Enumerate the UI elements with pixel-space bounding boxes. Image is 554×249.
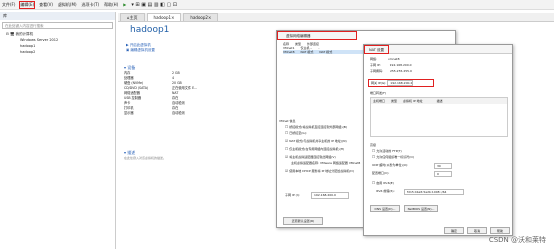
device-name: 显示器 (124, 111, 134, 115)
menu-vm[interactable]: 虚拟机(M) (58, 2, 77, 8)
tab-hadoop1[interactable]: hadoop1 × (146, 13, 182, 21)
netbios-settings-button[interactable]: NetBIOS 设置(N)... (404, 205, 438, 212)
port-forward-table[interactable]: 主机端口 类型 虚拟机 IP 地址 描述 (370, 97, 508, 137)
library-panel: 库 在此处键入内容进行搜索 ⊟ 🖥 我的计算机 Windows Server 2… (0, 12, 116, 249)
udp-timeout-label: UDP 超时(以秒为单位)(U): (372, 163, 409, 167)
edit-settings-link[interactable]: ▣ 编辑虚拟机设置 (126, 48, 206, 53)
devices-section: ▾ 设备 内存 2 GB 处理器 4 硬盘 (NVMe) 20 GB CD/DVD (SAT… (124, 65, 234, 116)
description-section: ▾ 描述 在此处键入对该虚拟机的描述。 (124, 150, 224, 161)
power-on-icon[interactable]: ▶ (123, 2, 126, 7)
ipv6-prefix-label: IPv6 前缀(6): (376, 189, 395, 193)
menu-tabs[interactable]: 选项卡(T) (82, 2, 100, 8)
tab-home[interactable]: ⌂ 主页 (120, 13, 145, 21)
bridge-radio[interactable]: 桥接模式(将虚拟机直接连接到外部网络)(B) (285, 125, 347, 130)
library-search-input[interactable]: 在此处键入内容进行搜索 (2, 22, 113, 29)
watermark: CSDN @沃和莱特 (488, 236, 546, 244)
host-only-radio[interactable]: 仅主机模式(在专用网络内连接虚拟机)(H) (285, 147, 344, 152)
nat-mask-row: 子网掩码: 255.255.255.0 (370, 69, 412, 73)
vnet-info-title: VMnet 信息 (279, 119, 296, 123)
allow-oui-checkbox[interactable]: 允许任何组织唯一标识符(O) (372, 155, 414, 160)
ok-button[interactable]: 确定 (444, 227, 464, 234)
adapter-name-text: 主机虚拟适配器名称: VMware 网络适配器 VMnet8 (291, 161, 361, 165)
menu-bar: 文件(F) 编辑(E) 查看(V) 虚拟机(M) 选项卡(T) 帮助(H) ▶ … (0, 0, 554, 10)
toolbar-icons[interactable]: ▾ ⊞ ▣ ▤ ▥ ◧ ▢ ⊡ (131, 2, 177, 8)
cancel-button[interactable]: 取消 (467, 227, 487, 234)
port-forward-title: 端口转发(F) (370, 91, 387, 95)
ipv6-prefix-input[interactable]: fd15:4ba5:5a2b:1008::/64 (404, 189, 464, 195)
enable-ipv6-checkbox[interactable]: 启用 IPv6(E) (372, 181, 394, 186)
advanced-title: 高级 (370, 143, 377, 147)
gateway-row: 网关 IP(G): 192.168.200.2 (368, 79, 434, 87)
tab-hadoop2[interactable]: hadoop2 × (183, 13, 219, 21)
library-tree: ⊟ 🖥 我的计算机 Windows Server 2012 hadoop1 ha… (0, 31, 115, 55)
dns-settings-button[interactable]: DNS 设置(D)... (370, 205, 400, 212)
gateway-input[interactable]: 192.168.200.2 (387, 80, 414, 86)
library-title: 库 (0, 12, 115, 20)
nat-radio[interactable]: NAT 模式(与虚拟机共享主机的 IP 地址)(N) (285, 139, 346, 144)
menu-file[interactable]: 文件(F) (2, 2, 15, 8)
nat-subnet-row: 子网 IP: 192.168.200.0 (370, 63, 412, 67)
help-button[interactable]: 帮助 (490, 227, 510, 234)
udp-timeout-input[interactable]: 30 (434, 163, 452, 169)
tree-item[interactable]: hadoop2 (0, 49, 115, 55)
vne-title: 虚拟网络编辑器 (277, 31, 357, 40)
config-port-input[interactable]: 0 (434, 171, 452, 177)
subnet-ip-label: 子网 IP (I): (285, 193, 300, 197)
connect-adapter-checkbox[interactable]: 将主机虚拟适配器连接到此网络(V) (285, 155, 335, 160)
device-row[interactable]: 显示器 自动检测 (124, 111, 234, 116)
device-value: 自动检测 (172, 111, 185, 115)
dhcp-checkbox[interactable]: 使用本地 DHCP 服务将 IP 地址分配给虚拟机(D) (285, 169, 354, 174)
bridge-to-label: 已桥接至(G): (285, 131, 307, 136)
port-forward-header: 主机端口 类型 虚拟机 IP 地址 描述 (371, 98, 507, 104)
menu-edit[interactable]: 编辑(E) (19, 0, 36, 9)
vm-title: hadoop1 (130, 25, 170, 35)
subnet-ip-input[interactable]: 192.168.200.0 (311, 192, 349, 199)
tab-bar: ⌂ 主页 hadoop1 × hadoop2 × (118, 13, 554, 22)
menu-view[interactable]: 查看(V) (39, 2, 53, 8)
allow-ftp-checkbox[interactable]: 允许活动的 FTP(T) (372, 149, 401, 154)
menu-help[interactable]: 帮助(H) (104, 2, 118, 8)
nat-title-bar: NAT 设置 (364, 45, 512, 54)
nat-settings-dialog: NAT 设置 网络: vmnet8 子网 IP: 192.168.200.0 子… (363, 44, 513, 236)
restore-defaults-button[interactable]: 还原默认设置(R) (283, 217, 323, 225)
nat-title: NAT 设置 (364, 45, 389, 54)
device-list: 内存 2 GB 处理器 4 硬盘 (NVMe) 20 GB CD/DVD (SATA) 正在使… (124, 71, 234, 116)
description-placeholder[interactable]: 在此处键入对该虚拟机的描述。 (124, 156, 224, 161)
config-port-label: 配置端口(C): (372, 171, 390, 175)
nat-network-row: 网络: vmnet8 (370, 57, 400, 61)
vm-actions: ▶ 开启此虚拟机 ▣ 编辑虚拟机设置 (126, 43, 206, 53)
